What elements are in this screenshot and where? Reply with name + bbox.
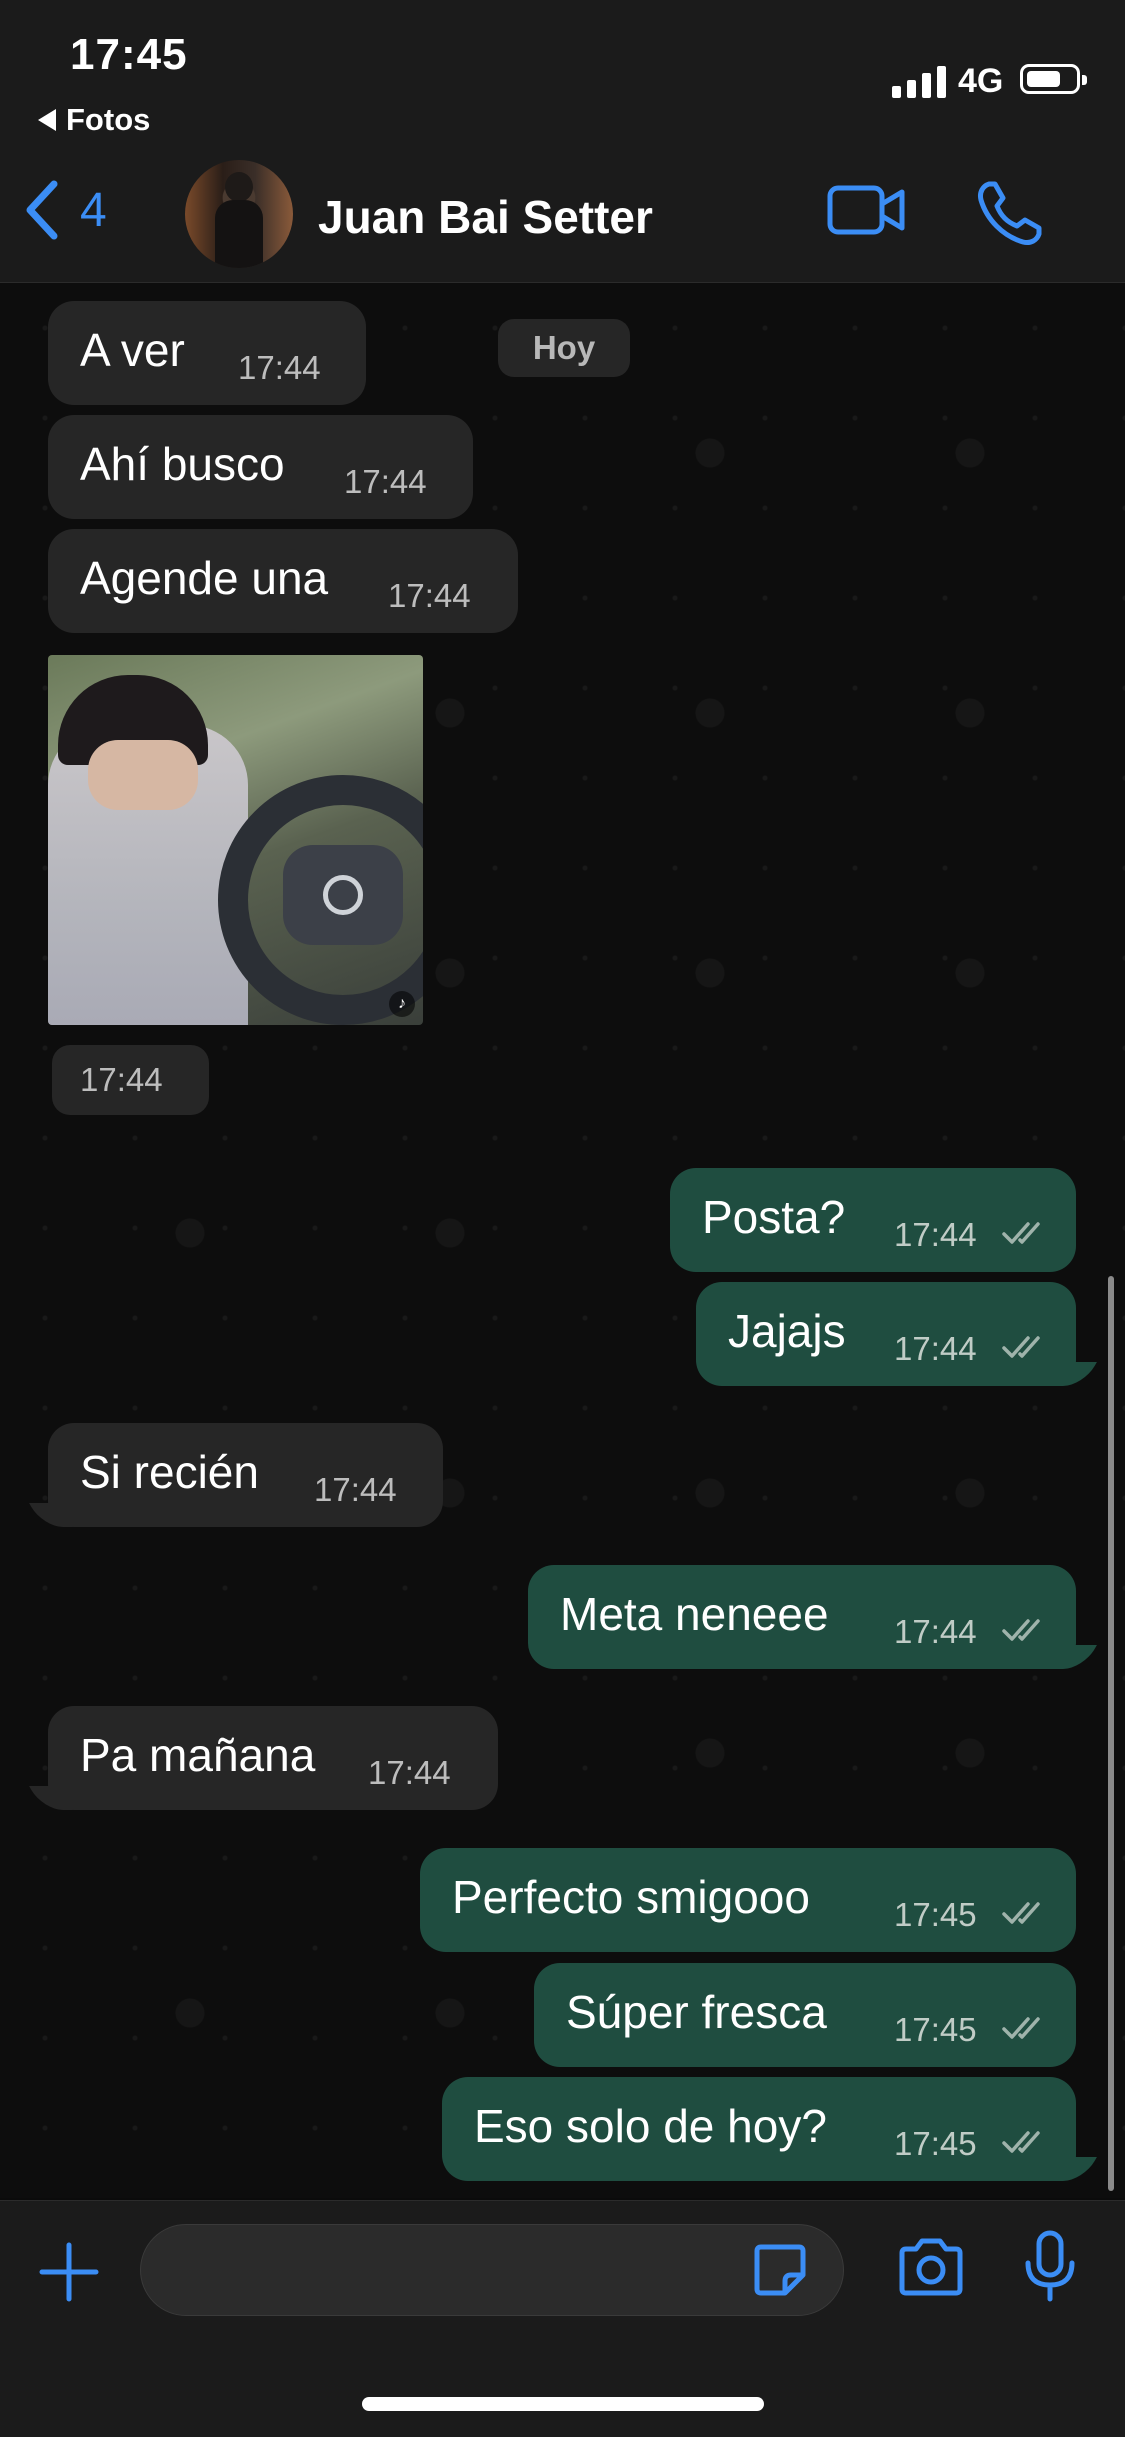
- status-time: 17:45: [70, 30, 188, 79]
- message-time: 17:45: [894, 1896, 977, 1933]
- status-bar: 17:45 Fotos 4G: [0, 0, 1125, 150]
- message-time: 17:45: [894, 2125, 977, 2162]
- message-time: 17:44: [894, 1330, 977, 1367]
- network-type: 4G: [958, 62, 1004, 100]
- message-text: Jajajs: [728, 1305, 846, 1357]
- message-bubble-incoming[interactable]: Si recién 17:44: [29, 1423, 443, 1527]
- message-text: Perfecto smigooo: [452, 1871, 810, 1923]
- chat-header: 4 Juan Bai Setter: [0, 150, 1125, 283]
- date-divider: Hoy: [498, 319, 630, 377]
- message-text: Pa mañana: [80, 1729, 316, 1781]
- message-time: 17:44: [238, 349, 321, 386]
- message-time: 17:44: [894, 1613, 977, 1650]
- read-receipt-icon: [1002, 2131, 1040, 2153]
- message-bubble-outgoing[interactable]: Jajajs 17:44: [696, 1282, 1097, 1386]
- back-button[interactable]: 4: [22, 180, 107, 240]
- home-indicator[interactable]: [362, 2397, 764, 2411]
- message-text: Agende una: [80, 552, 329, 604]
- message-time: 17:44: [894, 1216, 977, 1253]
- camera-button[interactable]: [896, 2237, 966, 2302]
- message-text: Posta?: [702, 1191, 846, 1243]
- message-text: Súper fresca: [566, 1986, 827, 2038]
- microphone-icon: [1025, 2230, 1075, 2302]
- video-message-time-badge: 17:44: [52, 1045, 209, 1115]
- message-bubble-outgoing[interactable]: Posta? 17:44: [670, 1168, 1076, 1272]
- camera-icon: [899, 2238, 963, 2296]
- speaker-icon: ♪: [389, 991, 415, 1017]
- message-input[interactable]: [140, 2224, 844, 2316]
- message-time: 17:44: [80, 1061, 163, 1098]
- back-triangle-icon: [38, 109, 56, 131]
- message-bubble-incoming[interactable]: A ver 17:44: [48, 301, 366, 405]
- chevron-left-icon: [26, 180, 58, 240]
- message-bubble-incoming[interactable]: Pa mañana 17:44: [29, 1706, 498, 1810]
- video-call-icon: [827, 185, 905, 235]
- message-bubble-outgoing[interactable]: Eso solo de hoy? 17:45: [442, 2077, 1097, 2181]
- contact-name[interactable]: Juan Bai Setter: [318, 190, 653, 244]
- message-text: Meta neneee: [560, 1588, 829, 1640]
- video-message-thumbnail[interactable]: ♪: [48, 655, 423, 1025]
- phone-icon: [978, 181, 1042, 245]
- message-text: Ahí busco: [80, 438, 285, 490]
- message-bubble-incoming[interactable]: Ahí busco 17:44: [48, 415, 473, 519]
- message-bubble-outgoing[interactable]: Súper fresca 17:45: [534, 1963, 1076, 2067]
- message-bubble-incoming[interactable]: Agende una 17:44: [48, 529, 518, 633]
- message-time: 17:44: [314, 1471, 397, 1508]
- attach-button[interactable]: [38, 2241, 100, 2308]
- message-time: 17:45: [894, 2011, 977, 2048]
- read-receipt-icon: [1002, 1222, 1040, 1244]
- back-app-label: Fotos: [66, 102, 151, 137]
- message-text: Eso solo de hoy?: [474, 2100, 827, 2152]
- read-receipt-icon: [1002, 1336, 1040, 1358]
- read-receipt-icon: [1002, 2017, 1040, 2039]
- battery-icon: [1020, 64, 1087, 94]
- voice-call-button[interactable]: [975, 178, 1045, 253]
- message-text: A ver: [80, 324, 185, 376]
- chat-scrollbar[interactable]: [1108, 1276, 1114, 2191]
- message-time: 17:44: [368, 1754, 451, 1791]
- sticker-icon: [754, 2244, 806, 2296]
- plus-icon: [39, 2242, 99, 2302]
- message-time: 17:44: [388, 577, 471, 614]
- signal-strength-icon: [892, 62, 946, 98]
- avatar[interactable]: [185, 160, 293, 268]
- message-time: 17:44: [344, 463, 427, 500]
- chat-messages-area[interactable]: Hoy A ver 17:44 Ahí busco 17:44 Agende u…: [0, 283, 1125, 2198]
- video-call-button[interactable]: [826, 180, 906, 245]
- voice-note-button[interactable]: [1020, 2229, 1080, 2310]
- sticker-button[interactable]: [751, 2241, 809, 2304]
- message-text: Si recién: [80, 1446, 259, 1498]
- message-bubble-outgoing[interactable]: Meta neneee 17:44: [528, 1565, 1097, 1669]
- back-to-app-link[interactable]: Fotos: [38, 102, 150, 138]
- read-receipt-icon: [1002, 1902, 1040, 1924]
- unread-count: 4: [80, 183, 107, 237]
- read-receipt-icon: [1002, 1619, 1040, 1641]
- message-bubble-outgoing[interactable]: Perfecto smigooo 17:45: [420, 1848, 1076, 1952]
